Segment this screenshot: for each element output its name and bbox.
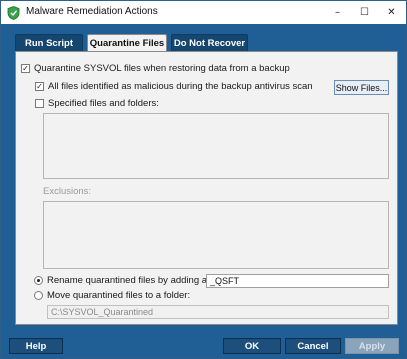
minimize-button[interactable]: – [324, 1, 351, 24]
quarantine-sysvol-label: Quarantine SYSVOL files when restoring d… [34, 63, 290, 74]
apply-button[interactable]: Apply [345, 338, 399, 354]
ok-button[interactable]: OK [223, 338, 281, 354]
quarantine-sysvol-row[interactable]: ✓ Quarantine SYSVOL files when restoring… [21, 63, 290, 74]
all-malicious-label: All files identified as malicious during… [48, 81, 313, 92]
folder-input[interactable]: C:\SYSVOL_Quarantined [47, 305, 389, 319]
rename-suffix-radio[interactable] [34, 276, 43, 285]
show-files-button[interactable]: Show Files... [334, 80, 389, 95]
move-folder-radio[interactable] [34, 291, 43, 300]
move-folder-label: Move quarantined files to a folder: [47, 290, 191, 301]
tab-quarantine-files[interactable]: Quarantine Files [87, 34, 167, 52]
specified-files-textarea[interactable] [43, 113, 389, 179]
all-malicious-row[interactable]: ✓ All files identified as malicious duri… [35, 81, 313, 92]
rename-suffix-row[interactable]: Rename quarantined files by adding a suf… [34, 275, 234, 286]
specified-files-label: Specified files and folders: [48, 98, 159, 109]
tab-bar: Run Script Quarantine Files Do Not Recov… [15, 34, 252, 52]
specified-files-row[interactable]: Specified files and folders: [35, 98, 159, 109]
specified-files-checkbox[interactable] [35, 99, 44, 108]
minimize-icon: – [335, 7, 340, 18]
dialog-window: Malware Remediation Actions – ☐ ✕ Run Sc… [0, 0, 407, 359]
suffix-input[interactable]: _QSFT [206, 274, 389, 288]
tab-run-script[interactable]: Run Script [15, 34, 83, 51]
quarantine-sysvol-checkbox[interactable]: ✓ [21, 64, 30, 73]
tab-do-not-recover[interactable]: Do Not Recover [171, 34, 248, 51]
quarantine-panel: ✓ Quarantine SYSVOL files when restoring… [15, 51, 398, 325]
help-button[interactable]: Help [9, 338, 63, 354]
close-icon: ✕ [387, 7, 396, 18]
title-bar: Malware Remediation Actions – ☐ ✕ [1, 1, 406, 24]
exclusions-row: Exclusions: [43, 186, 91, 197]
all-malicious-checkbox[interactable]: ✓ [35, 82, 44, 91]
move-folder-row[interactable]: Move quarantined files to a folder: [34, 290, 190, 301]
window-title: Malware Remediation Actions [26, 6, 158, 17]
cancel-button[interactable]: Cancel [285, 338, 341, 354]
exclusions-textarea[interactable] [43, 201, 389, 269]
shield-icon [7, 6, 20, 20]
exclusions-label: Exclusions: [43, 186, 92, 197]
close-button[interactable]: ✕ [378, 1, 405, 24]
maximize-button[interactable]: ☐ [351, 1, 378, 24]
maximize-icon: ☐ [360, 7, 369, 18]
